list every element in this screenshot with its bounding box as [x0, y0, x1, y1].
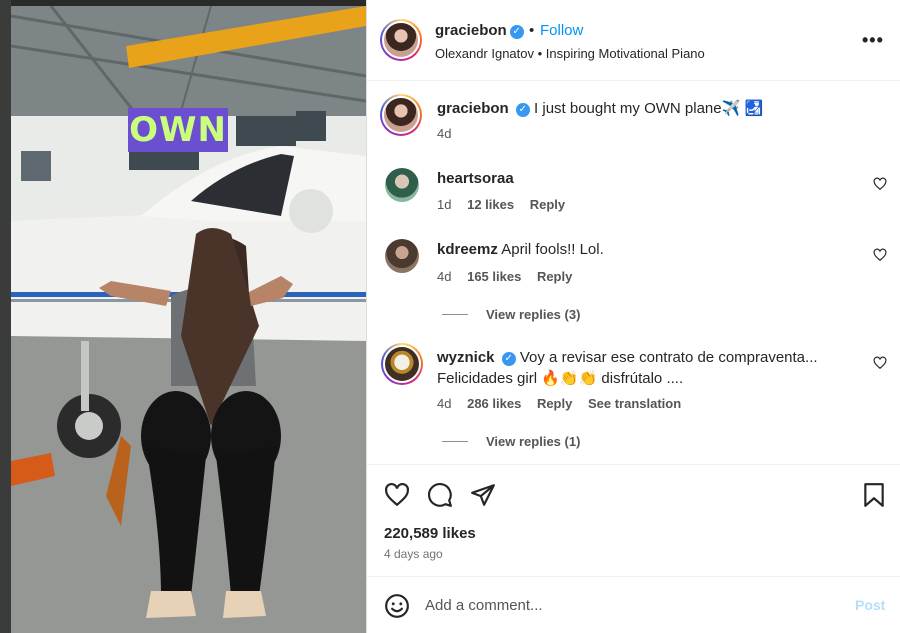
author-avatar[interactable]: [380, 19, 422, 61]
share-icon[interactable]: [470, 482, 496, 508]
header-separator: •: [529, 22, 535, 39]
verified-badge-icon: ✓: [509, 25, 524, 39]
comment-time[interactable]: 4d: [437, 269, 451, 284]
post-media[interactable]: OWN: [0, 0, 366, 633]
reply-button[interactable]: Reply: [530, 197, 565, 212]
comment-input[interactable]: [425, 591, 825, 619]
replies-divider: [442, 314, 468, 315]
post-actions: 220,589 likes 4 days ago: [367, 464, 900, 576]
verified-badge-icon: ✓: [501, 352, 516, 366]
heart-icon[interactable]: [384, 482, 410, 508]
see-translation-button[interactable]: See translation: [588, 396, 681, 411]
caption-avatar[interactable]: [380, 94, 422, 136]
post-comment-button[interactable]: Post: [855, 597, 885, 613]
comment-body: April fools!! Lol.: [501, 241, 604, 258]
media-overlay-text: OWN: [128, 108, 228, 152]
view-replies-button[interactable]: View replies (3): [442, 307, 580, 322]
post-date[interactable]: 4 days ago: [384, 547, 443, 561]
comment-username[interactable]: kdreemz: [437, 241, 498, 258]
like-comment-heart-icon[interactable]: [873, 248, 887, 262]
reply-button[interactable]: Reply: [537, 269, 572, 284]
more-options-icon[interactable]: •••: [862, 30, 884, 51]
comment-likes[interactable]: 12 likes: [467, 197, 514, 212]
view-replies-button[interactable]: View replies (1): [442, 434, 580, 449]
hangar-photo: [11, 6, 366, 633]
bookmark-icon[interactable]: [861, 482, 887, 508]
replies-divider: [442, 441, 468, 442]
comment-avatar[interactable]: [385, 168, 419, 202]
author-username[interactable]: graciebon ✓: [435, 22, 524, 39]
comments-list[interactable]: graciebon ✓ I just bought my OWN plane✈️…: [367, 81, 900, 464]
comment-meta: 4d 286 likes Reply See translation: [437, 396, 693, 411]
comment-time[interactable]: 1d: [437, 197, 451, 212]
follow-button[interactable]: Follow: [540, 22, 583, 39]
post-caption: graciebon ✓ I just bought my OWN plane✈️…: [437, 99, 763, 117]
media-left-edge: [0, 0, 11, 633]
like-comment-heart-icon[interactable]: [873, 177, 887, 191]
like-comment-heart-icon[interactable]: [873, 356, 887, 370]
comment-body: Voy a revisar ese contrato de compravent…: [519, 349, 818, 366]
comment-text: wyznick ✓ Voy a revisar ese contrato de …: [437, 347, 818, 389]
verified-badge-icon: ✓: [515, 103, 530, 117]
caption-timestamp[interactable]: 4d: [437, 126, 451, 141]
comment-text: kdreemz April fools!! Lol.: [437, 239, 604, 260]
post-side-panel: graciebon ✓ • Follow Olexandr Ignatov • I…: [366, 0, 900, 633]
post-header: graciebon ✓ • Follow Olexandr Ignatov • I…: [367, 0, 900, 81]
add-comment-bar: Post: [367, 576, 900, 633]
comment-icon[interactable]: [427, 482, 453, 508]
likes-count[interactable]: 220,589 likes: [384, 525, 476, 542]
comment-meta: 1d 12 likes Reply: [437, 197, 577, 212]
reply-button[interactable]: Reply: [537, 396, 572, 411]
comment-username[interactable]: heartsoraa: [437, 170, 514, 187]
comment-time[interactable]: 4d: [437, 396, 451, 411]
comment-avatar[interactable]: [381, 343, 423, 385]
audio-attribution[interactable]: Olexandr Ignatov • Inspiring Motivationa…: [435, 46, 705, 61]
comment-body-line2: Felicidades girl 🔥👏👏 disfrútalo ....: [437, 370, 684, 387]
comment-avatar[interactable]: [385, 239, 419, 273]
comment-likes[interactable]: 165 likes: [467, 269, 521, 284]
caption-username[interactable]: graciebon: [437, 100, 509, 117]
emoji-icon[interactable]: [384, 593, 410, 619]
caption-body: I just bought my OWN plane✈️ 🛃: [534, 100, 764, 117]
comment-meta: 4d 165 likes Reply: [437, 269, 584, 284]
comment-text: heartsoraa: [437, 168, 514, 189]
comment-likes[interactable]: 286 likes: [467, 396, 521, 411]
comment-username[interactable]: wyznick: [437, 349, 495, 366]
